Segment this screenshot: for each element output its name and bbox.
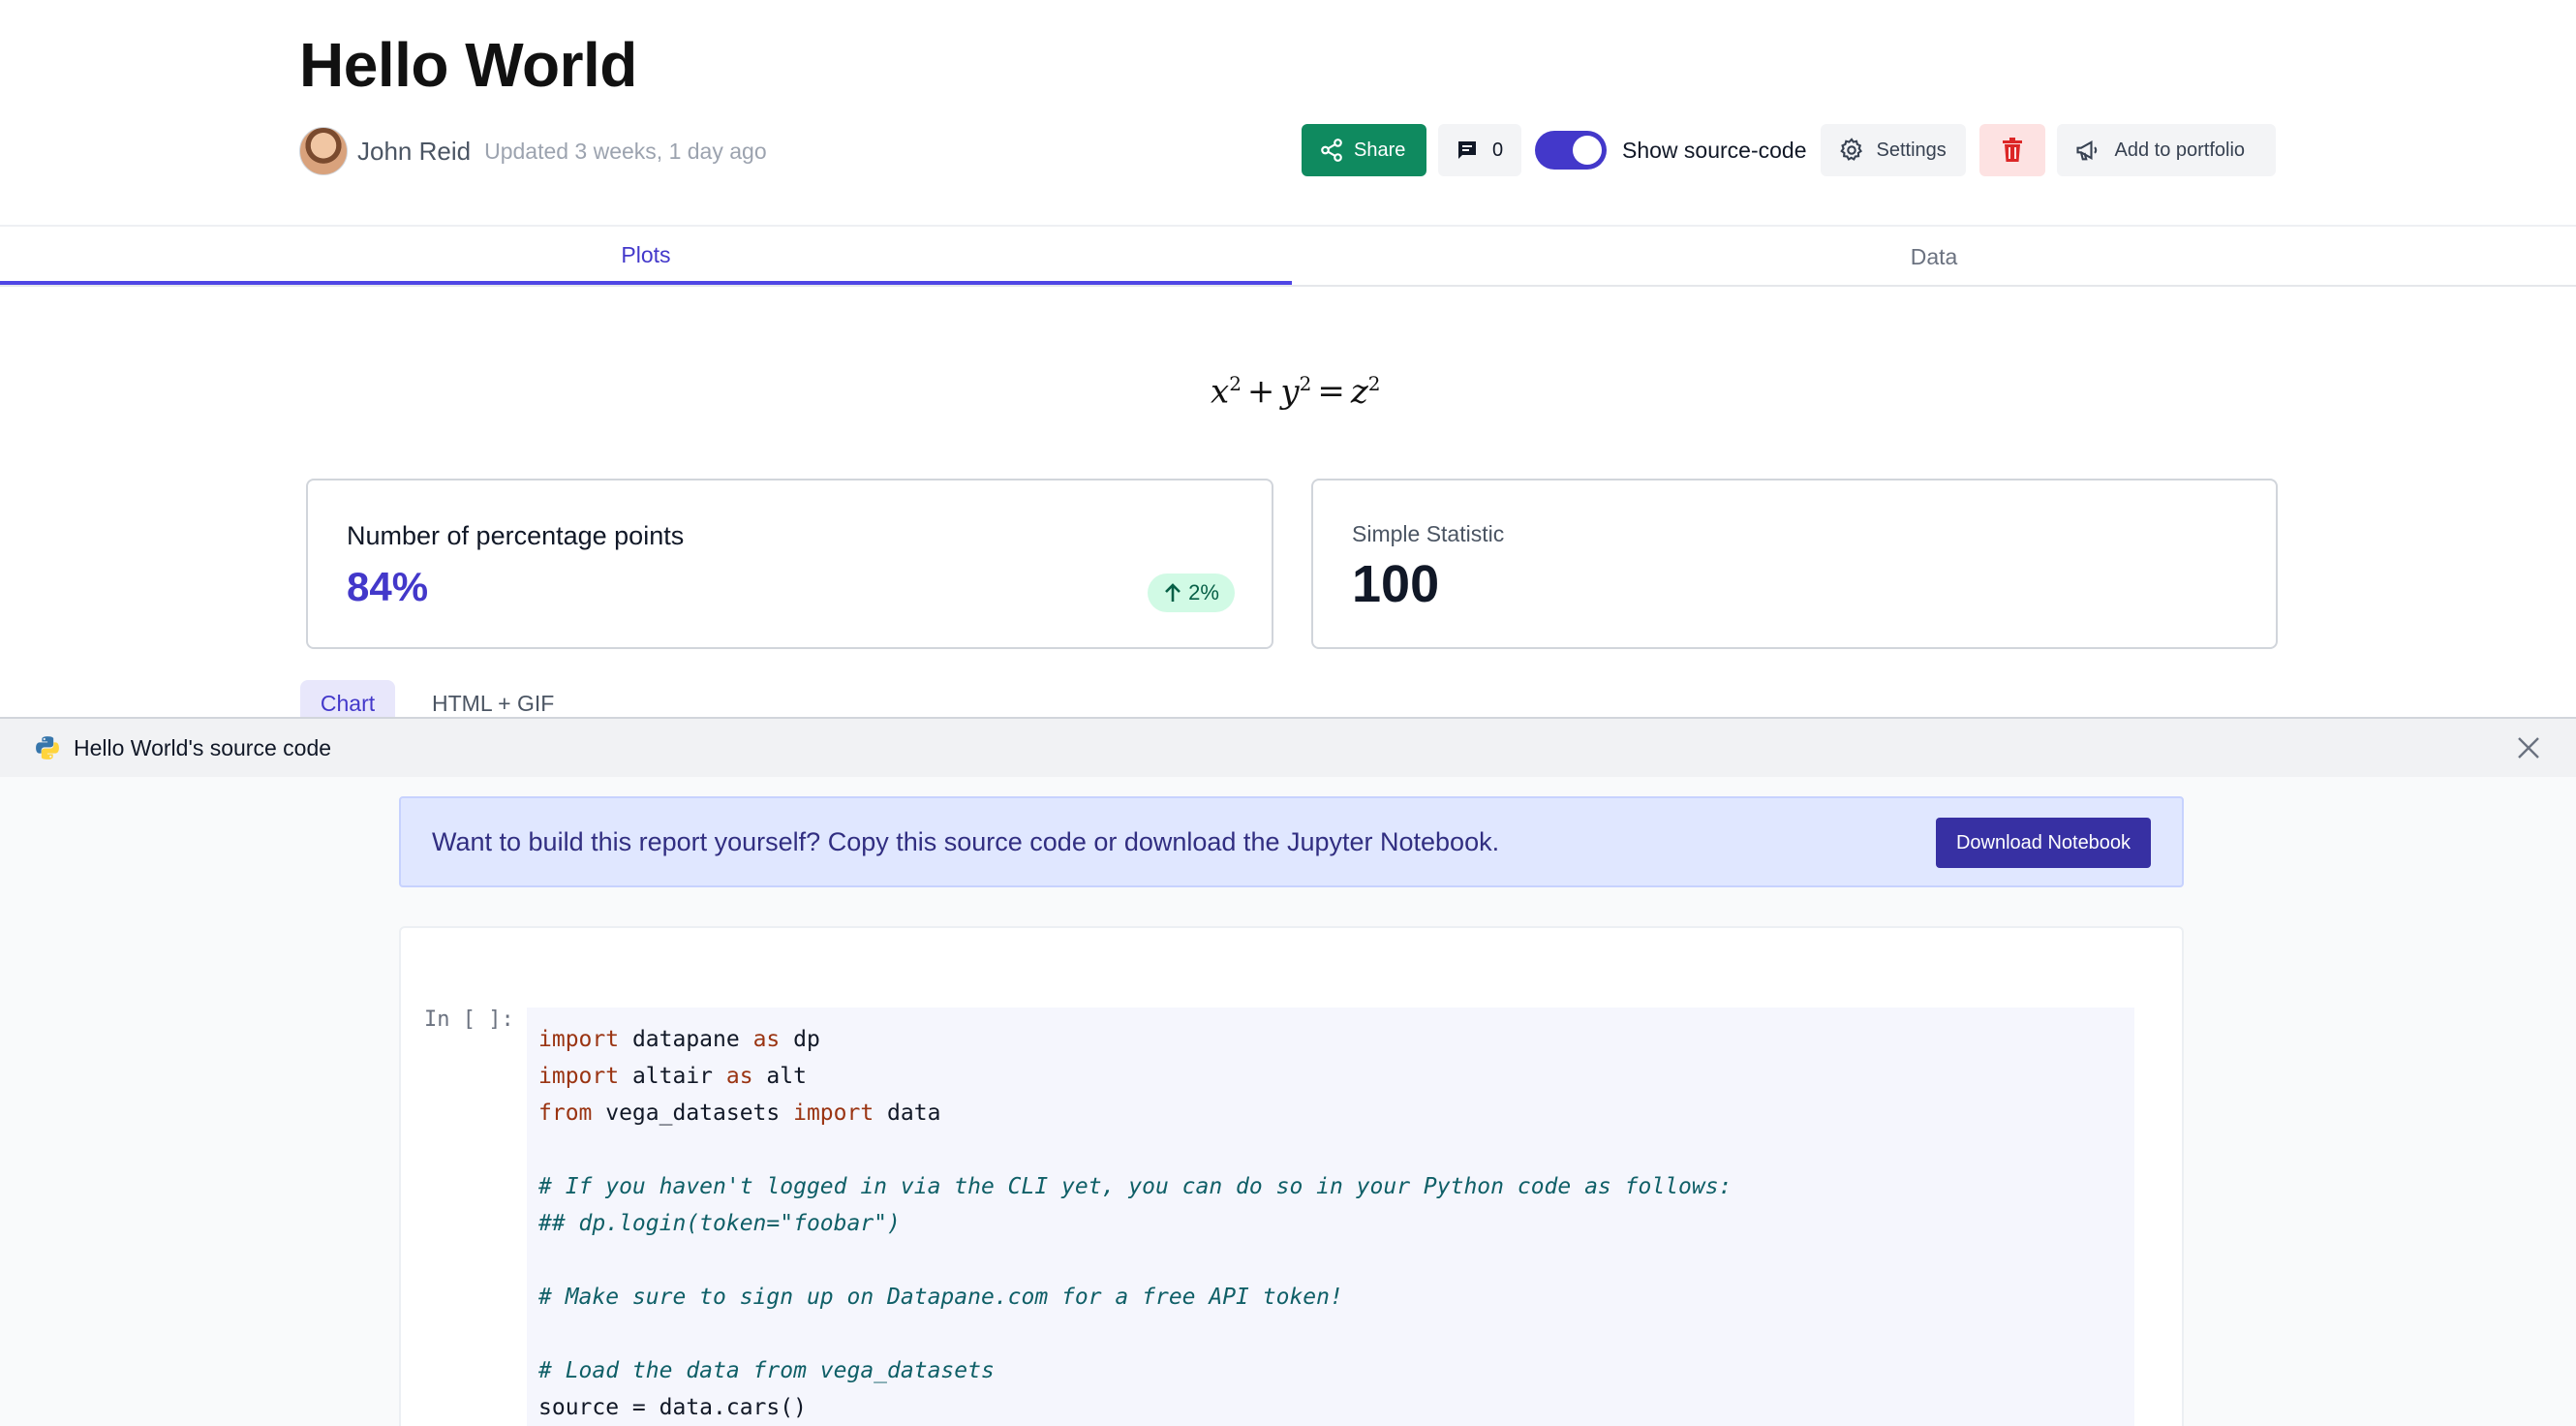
gear-icon: [1839, 138, 1862, 161]
formula-exponent: 2: [1367, 372, 1381, 395]
math-formula: x2 + y2 = z2: [1211, 372, 1381, 412]
portfolio-label: Add to portfolio: [2114, 139, 2246, 161]
arrow-up-icon: [1165, 583, 1181, 602]
trash-icon: [2002, 138, 2022, 162]
page-tabs: Plots Data: [0, 229, 2576, 287]
page-title: Hello World: [299, 30, 637, 100]
comment-count: 0: [1492, 139, 1504, 161]
close-icon[interactable]: [2514, 733, 2543, 762]
block-tabs: Chart HTML + GIF: [300, 680, 571, 719]
add-to-portfolio-button[interactable]: Add to portfolio: [2056, 124, 2276, 176]
updated-timestamp: Updated 3 weeks, 1 day ago: [484, 138, 767, 164]
avatar[interactable]: [299, 127, 348, 175]
change-value: 2%: [1188, 580, 1219, 604]
stat-label: Simple Statistic: [1352, 521, 1505, 546]
python-icon: [36, 736, 59, 760]
stat-card-simple: Simple Statistic 100: [1311, 479, 2278, 649]
tab-html-gif[interactable]: HTML + GIF: [414, 680, 571, 719]
download-notebook-button[interactable]: Download Notebook: [1936, 818, 2151, 868]
code-line: import altair as alt: [538, 1064, 807, 1089]
banner-text: Want to build this report yourself? Copy…: [432, 827, 1500, 856]
drawer-header: Hello World's source code: [0, 719, 2576, 777]
source-code-toggle-label[interactable]: Show source-code: [1622, 138, 1807, 164]
code-line: # If you haven't logged in via the CLI y…: [538, 1174, 1733, 1199]
toggle-knob: [1573, 136, 1602, 165]
code-text: import datapane as dp import altair as al…: [538, 1021, 2134, 1426]
change-badge: 2%: [1148, 574, 1235, 612]
notebook-cell: In [ ]: import datapane as dp import alta…: [399, 926, 2184, 1426]
formula-term-x: x: [1211, 372, 1230, 412]
code-line: source = data.cars(): [538, 1395, 807, 1420]
stat-label: Number of percentage points: [347, 521, 685, 550]
share-button[interactable]: Share: [1302, 124, 1426, 176]
formula-exponent: 2: [1229, 372, 1242, 395]
tab-plots[interactable]: Plots: [0, 229, 1292, 285]
comment-icon: [1458, 141, 1476, 159]
formula-term-z: z: [1350, 372, 1368, 412]
settings-button[interactable]: Settings: [1820, 124, 1966, 176]
megaphone-icon: [2075, 140, 2097, 161]
drawer-title: Hello World's source code: [74, 734, 332, 760]
formula-term-y: y: [1280, 372, 1300, 412]
stat-value: 84%: [347, 564, 429, 609]
stat-value: 100: [1352, 555, 1440, 613]
comments-button[interactable]: 0: [1438, 124, 1521, 176]
report-meta: John Reid Updated 3 weeks, 1 day ago: [299, 126, 767, 176]
action-bar: Share 0 Show source-code Settings Add to…: [1302, 124, 2276, 176]
stat-card-percentage: Number of percentage points 84% 2%: [306, 479, 1273, 649]
settings-label: Settings: [1876, 139, 1947, 161]
code-block[interactable]: import datapane as dp import altair as al…: [527, 1008, 2134, 1426]
source-code-drawer: Hello World's source code Want to build …: [0, 717, 2576, 1426]
code-line: # Load the data from vega_datasets: [538, 1358, 995, 1383]
source-code-toggle[interactable]: [1535, 131, 1607, 170]
share-label: Share: [1354, 139, 1406, 161]
delete-button[interactable]: [1978, 124, 2045, 176]
tab-chart[interactable]: Chart: [300, 680, 395, 719]
code-line: from vega_datasets import data: [538, 1100, 941, 1126]
share-icon: [1321, 139, 1342, 162]
author-name[interactable]: John Reid: [357, 137, 471, 167]
code-line: import datapane as dp: [538, 1027, 820, 1052]
tab-data[interactable]: Data: [1292, 229, 2576, 285]
code-line: # Make sure to sign up on Datapane.com f…: [538, 1285, 1343, 1310]
formula-exponent: 2: [1299, 372, 1312, 395]
report-header: Hello World John Reid Updated 3 weeks, 1…: [0, 0, 2576, 227]
code-line: ## dp.login(token="foobar"): [538, 1211, 901, 1236]
download-banner: Want to build this report yourself? Copy…: [399, 796, 2184, 887]
cell-prompt: In [ ]:: [424, 1008, 514, 1032]
